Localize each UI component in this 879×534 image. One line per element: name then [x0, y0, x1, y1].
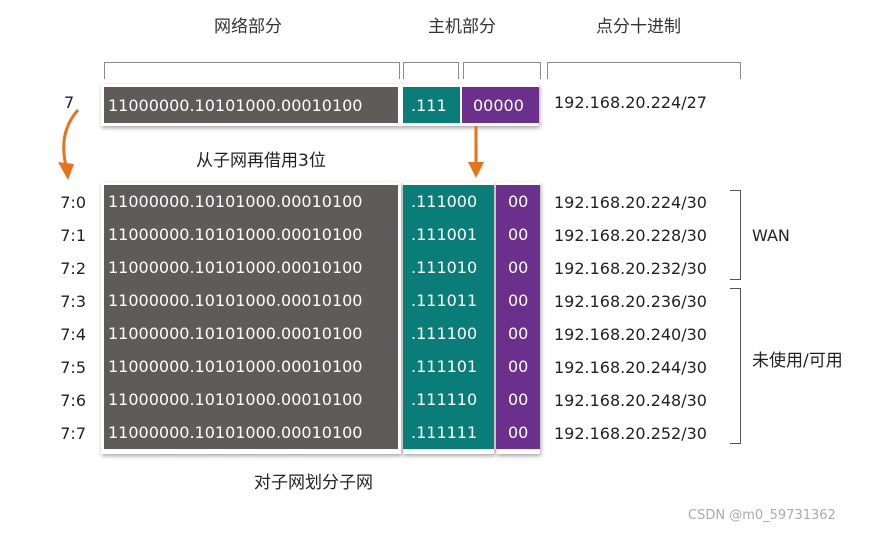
row-network-bits: 11000000.10101000.00010100 [104, 416, 398, 449]
row-decimal: 192.168.20.244/30 [554, 358, 707, 377]
row-decimal: 192.168.20.224/30 [554, 193, 707, 212]
row-host-bits: .111111 [403, 416, 494, 449]
row-label: 7:1 [60, 226, 86, 245]
borrow-caption: 从子网再借用3位 [196, 151, 326, 171]
host-bracket-left [403, 62, 459, 79]
header-network-portion: 网络部分 [214, 17, 282, 37]
row-decimal: 192.168.20.248/30 [554, 391, 707, 410]
top-host-bits: .111 [403, 87, 460, 123]
row-decimal: 192.168.20.236/30 [554, 292, 707, 311]
row-host-bits: .111011 [403, 284, 494, 317]
row-host-bits: .111010 [403, 251, 494, 284]
top-network-bits: 11000000.10101000.00010100 [104, 87, 398, 123]
row-label: 7:4 [60, 325, 86, 344]
row-extra-bits: 00 [496, 350, 540, 383]
unused-label: 未使用/可用 [752, 351, 843, 371]
row-decimal: 192.168.20.232/30 [554, 259, 707, 278]
row-label: 7:0 [60, 193, 86, 212]
header-host-portion: 主机部分 [428, 17, 496, 37]
row-label: 7:3 [60, 292, 86, 311]
row-network-bits: 11000000.10101000.00010100 [104, 317, 398, 350]
network-bracket [104, 62, 400, 79]
row-network-bits: 11000000.10101000.00010100 [104, 185, 398, 218]
decimal-bracket [547, 62, 741, 79]
curved-arrow-icon [58, 108, 80, 180]
row-extra-bits: 00 [496, 416, 540, 449]
unused-bracket [730, 288, 741, 444]
row-host-bits: .111101 [403, 350, 494, 383]
row-host-bits: .111110 [403, 383, 494, 416]
row-host-bits: .111000 [403, 185, 494, 218]
header-dotted-decimal: 点分十进制 [596, 17, 681, 37]
row-extra-bits: 00 [496, 383, 540, 416]
bottom-caption: 对子网划分子网 [254, 473, 373, 493]
wan-label: WAN [752, 226, 790, 245]
row-label: 7:2 [60, 259, 86, 278]
row-extra-bits: 00 [496, 284, 540, 317]
row-host-bits: .111001 [403, 218, 494, 251]
row-label: 7:5 [60, 358, 86, 377]
row-decimal: 192.168.20.228/30 [554, 226, 707, 245]
row-decimal: 192.168.20.252/30 [554, 424, 707, 443]
row-decimal: 192.168.20.240/30 [554, 325, 707, 344]
top-decimal: 192.168.20.224/27 [554, 93, 707, 112]
row-extra-bits: 00 [496, 317, 540, 350]
row-network-bits: 11000000.10101000.00010100 [104, 218, 398, 251]
row-network-bits: 11000000.10101000.00010100 [104, 383, 398, 416]
top-extra-bits: 00000 [462, 87, 539, 123]
watermark: CSDN @m0_59731362 [688, 508, 836, 523]
row-network-bits: 11000000.10101000.00010100 [104, 350, 398, 383]
row-network-bits: 11000000.10101000.00010100 [104, 251, 398, 284]
row-network-bits: 11000000.10101000.00010100 [104, 284, 398, 317]
row-extra-bits: 00 [496, 218, 540, 251]
host-bracket-right [463, 62, 541, 79]
row-extra-bits: 00 [496, 251, 540, 284]
wan-bracket [730, 190, 741, 280]
row-label: 7:7 [60, 424, 86, 443]
row-label: 7:6 [60, 391, 86, 410]
row-host-bits: .111100 [403, 317, 494, 350]
row-extra-bits: 00 [496, 185, 540, 218]
down-arrow-icon [468, 126, 484, 178]
